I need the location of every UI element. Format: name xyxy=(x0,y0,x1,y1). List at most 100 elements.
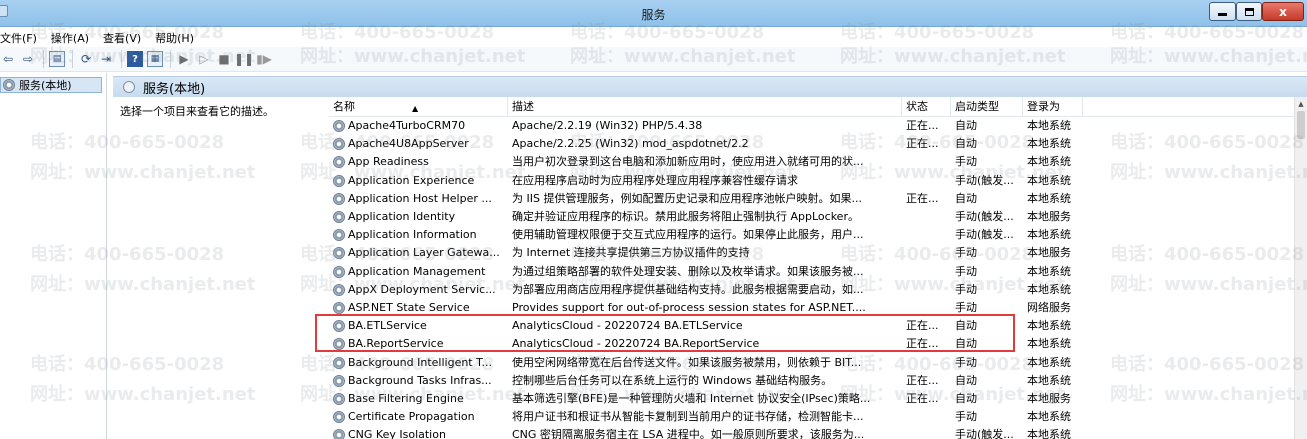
tree-item-label: 服务(本地) xyxy=(19,79,72,92)
table-row[interactable]: ASP.NET State Service Provides support fo… xyxy=(329,299,1294,317)
menu-file[interactable]: 文件(F) xyxy=(0,30,37,46)
table-row[interactable]: Background Intelligent T... 使用空闲网络带宽在后台传送… xyxy=(329,354,1294,372)
service-name: ASP.NET State Service xyxy=(348,301,470,314)
service-startup-type: 自动 xyxy=(955,373,977,387)
service-description: 将用户证书和根证书从智能卡复制到当前用户的证书存储，检测智能卡... xyxy=(512,410,864,424)
pause-service-icon[interactable]: ❚❚ xyxy=(234,51,254,67)
back-arrow-icon[interactable]: ⇦ xyxy=(0,51,16,67)
gear-icon xyxy=(333,211,345,223)
service-name-cell: BA.ReportService xyxy=(329,335,507,353)
table-row[interactable]: Background Tasks Infras... 控制哪些后台任务可以在系统上… xyxy=(329,372,1294,390)
service-name: Background Intelligent T... xyxy=(348,355,493,369)
service-logon-as: 本地系统 xyxy=(1027,337,1071,351)
table-row[interactable]: Application Experience 在应用程序启动时为应用程序处理应用程… xyxy=(329,172,1294,190)
export-list-icon[interactable]: ⇥ xyxy=(98,51,114,67)
service-logon-as: 本地系统 xyxy=(1027,173,1071,187)
service-startup-type: 自动 xyxy=(955,392,977,405)
properties-icon[interactable]: ▦ xyxy=(147,51,163,67)
table-row[interactable]: Certificate Propagation 将用户证书和根证书从智能卡复制到当… xyxy=(329,408,1294,426)
start-service-alt-icon[interactable]: ▷ xyxy=(196,51,212,67)
service-description: 使用辅助管理权限便于交互式应用程序的运行。如果停止此服务，用户... xyxy=(512,228,864,242)
table-row[interactable]: Application Information 使用辅助管理权限便于交互式应用程序… xyxy=(329,226,1294,244)
column-header-label: 名称 xyxy=(333,100,355,113)
service-name-cell: Application Host Helper ... xyxy=(329,190,507,208)
service-name: BA.ReportService xyxy=(348,337,444,351)
menu-view[interactable]: 查看(V) xyxy=(103,30,141,46)
gear-icon xyxy=(333,411,345,424)
table-row[interactable]: Application Management 为通过组策略部署的软件处理安装、删除… xyxy=(329,263,1294,281)
table-row[interactable]: Apache4TurboCRM70 Apache/2.2.19 (Win32) P… xyxy=(329,117,1294,135)
gear-icon xyxy=(333,138,345,151)
scroll-up-icon[interactable]: ▲ xyxy=(1295,98,1307,110)
service-description: AnalyticsCloud - 20220724 BA.ReportServi… xyxy=(512,337,760,351)
gear-icon xyxy=(333,156,345,169)
column-header-startup-type[interactable]: 启动类型 xyxy=(951,97,1023,117)
service-logon-as: 本地系统 xyxy=(1027,191,1071,205)
toolbar-separator xyxy=(72,50,73,68)
scrollbar-thumb[interactable] xyxy=(1297,111,1305,139)
service-logon-as: 本地服务 xyxy=(1027,246,1071,260)
service-status xyxy=(906,208,951,226)
vertical-scrollbar[interactable]: ▲ xyxy=(1294,97,1307,439)
table-row[interactable]: AppX Deployment Servic... 为部署应用商店应用程序提供基础… xyxy=(329,281,1294,299)
table-row[interactable]: BA.ReportService AnalyticsCloud - 2022072… xyxy=(329,335,1294,353)
service-startup-type: 手动 xyxy=(955,410,977,424)
resume-service-icon[interactable]: ▮▶ xyxy=(256,51,272,67)
service-logon-as: 本地系统 xyxy=(1027,428,1071,439)
show-tree-icon[interactable]: ▤ xyxy=(49,51,65,67)
service-description: Provides support for out-of-process sess… xyxy=(512,301,866,314)
close-button[interactable]: x xyxy=(1262,2,1304,21)
table-row[interactable]: Application Identity 确定并验证应用程序的标识。禁用此服务将阻… xyxy=(329,208,1294,226)
service-name-cell: ASP.NET State Service xyxy=(329,299,507,317)
column-header-description[interactable]: 描述 xyxy=(508,97,902,117)
service-status xyxy=(906,408,951,426)
service-description: Apache/2.2.25 (Win32) mod_aspdotnet/2.2 xyxy=(512,137,749,151)
menu-help[interactable]: 帮助(H) xyxy=(155,30,194,46)
service-name-cell: Background Tasks Infras... xyxy=(329,372,507,390)
start-service-icon[interactable]: ▶ xyxy=(176,51,192,67)
column-header-status[interactable]: 状态 xyxy=(902,97,951,117)
table-row[interactable]: Apache4U8AppServer Apache/2.2.25 (Win32) … xyxy=(329,135,1294,153)
service-name-cell: Application Management xyxy=(329,263,507,281)
toolbar-separator xyxy=(121,50,122,68)
stop-service-icon[interactable]: ■ xyxy=(216,51,232,67)
table-row[interactable]: Application Layer Gatewa... 为 Internet 连接… xyxy=(329,244,1294,262)
refresh-icon[interactable]: ⟳ xyxy=(78,51,94,67)
service-name-cell: Background Intelligent T... xyxy=(329,354,507,372)
minimize-button[interactable] xyxy=(1209,2,1236,21)
tree-item-services-local[interactable]: 服务(本地) xyxy=(0,77,102,93)
service-startup-type: 自动 xyxy=(955,337,977,351)
column-header-label: 描述 xyxy=(512,100,534,113)
close-icon: x xyxy=(1279,4,1287,19)
column-header-name[interactable]: 名称 ▲ xyxy=(329,97,508,117)
service-logon-as: 网络服务 xyxy=(1027,301,1071,314)
maximize-button[interactable] xyxy=(1236,2,1262,21)
column-header-label: 登录为 xyxy=(1027,100,1060,113)
service-name: CNG Key Isolation xyxy=(348,428,446,439)
forward-arrow-icon[interactable]: ⇨ xyxy=(20,51,36,67)
pane-header: 服务(本地) xyxy=(113,76,1307,97)
table-row[interactable]: App Readiness 当用户初次登录到这台电脑和添加新应用时，使应用进入就绪… xyxy=(329,153,1294,171)
table-row[interactable]: Base Filtering Engine 基本筛选引擎(BFE)是一种管理防火墙… xyxy=(329,390,1294,408)
gear-icon xyxy=(333,302,345,314)
service-name: Background Tasks Infras... xyxy=(348,373,492,387)
table-row[interactable]: BA.ETLService AnalyticsCloud - 20220724 B… xyxy=(329,317,1294,335)
menu-action[interactable]: 操作(A) xyxy=(51,30,89,46)
service-status: 正在... xyxy=(906,373,939,387)
column-header-logon-as[interactable]: 登录为 xyxy=(1023,97,1083,117)
service-status xyxy=(906,426,951,439)
service-startup-type: 手动(触发... xyxy=(955,173,1014,187)
service-description: 当用户初次登录到这台电脑和添加新应用时，使应用进入就绪可用的状... xyxy=(512,155,864,169)
service-name: Certificate Propagation xyxy=(348,410,475,424)
table-row[interactable]: Application Host Helper ... 为 IIS 提供管理服务，… xyxy=(329,190,1294,208)
table-row[interactable]: CNG Key Isolation CNG 密钥隔离服务宿主在 LSA 进程中。如… xyxy=(329,426,1294,439)
service-name-cell: Apache4U8AppServer xyxy=(329,135,507,153)
service-name-cell: CNG Key Isolation xyxy=(329,426,507,439)
service-name-cell: Application Layer Gatewa... xyxy=(329,244,507,262)
gear-icon xyxy=(3,79,15,91)
service-name-cell: AppX Deployment Servic... xyxy=(329,281,507,299)
help-icon[interactable]: ? xyxy=(127,51,143,67)
gear-icon xyxy=(333,374,345,387)
service-description: CNG 密钥隔离服务宿主在 LSA 进程中。如一般原则所要求，该服务为... xyxy=(512,428,865,439)
gear-icon xyxy=(333,174,345,187)
